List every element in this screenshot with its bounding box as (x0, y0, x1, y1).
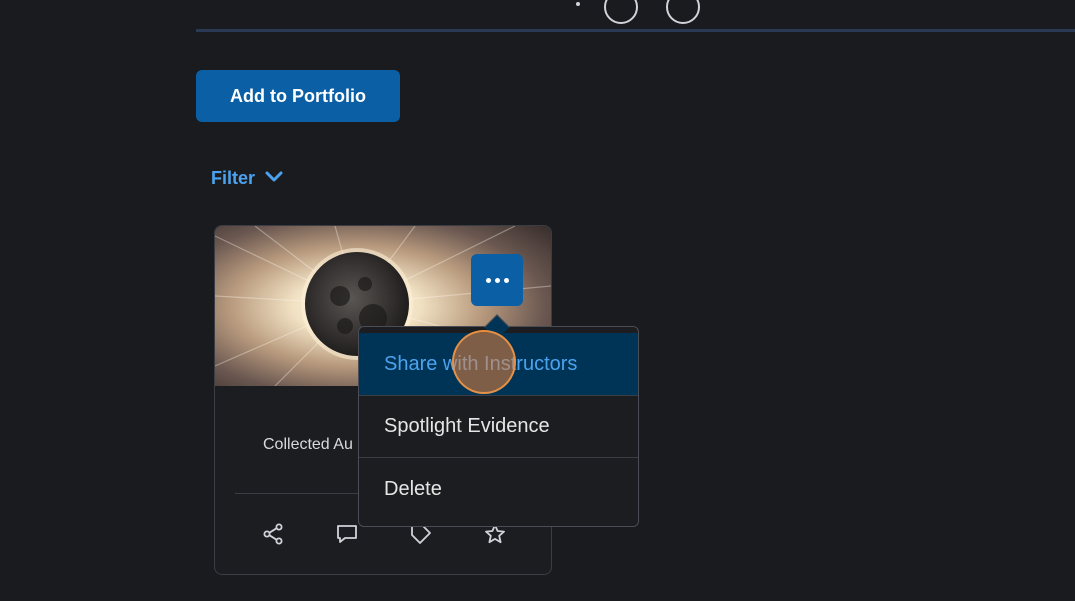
menu-item-share-with-instructors[interactable]: Share with Instructors (359, 333, 638, 396)
add-to-portfolio-button[interactable]: Add to Portfolio (196, 70, 400, 122)
filter-label: Filter (211, 167, 256, 188)
menu-item-delete[interactable]: Delete (359, 458, 638, 520)
ellipsis-icon (503, 277, 509, 283)
header-dot (576, 2, 580, 6)
filter-toggle[interactable]: Filter (211, 164, 283, 192)
share-button[interactable] (257, 518, 289, 550)
comment-icon (337, 525, 357, 543)
more-options-menu: Share with Instructors Spotlight Evidenc… (358, 326, 639, 527)
share-icon (263, 523, 283, 545)
header-divider (196, 29, 1075, 32)
ellipsis-icon (485, 277, 491, 283)
ellipsis-icon (494, 277, 500, 283)
chevron-down-icon (265, 168, 283, 189)
more-options-button[interactable] (471, 254, 523, 306)
header-circle-button[interactable] (604, 0, 638, 24)
top-header-strip (196, 0, 1075, 32)
header-circle-button[interactable] (666, 0, 700, 24)
menu-item-spotlight-evidence[interactable]: Spotlight Evidence (359, 396, 638, 458)
collected-date: Collected Au (263, 436, 353, 453)
